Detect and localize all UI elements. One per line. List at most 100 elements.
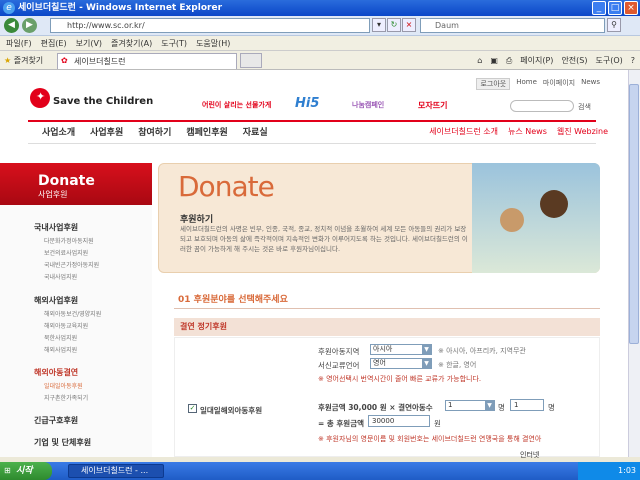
unit-input[interactable]: 1 <box>510 399 544 411</box>
logo-figure-icon: ✦ <box>36 90 46 103</box>
region-select[interactable]: 아시아 ▼ <box>370 344 432 355</box>
browser-tab[interactable]: 세이브더칠드런 <box>57 53 237 69</box>
menu-help[interactable]: 도움말(H) <box>196 36 230 50</box>
address-input[interactable]: http://www.sc.or.kr/ <box>50 18 370 33</box>
mypage-link[interactable]: 마이페이지 <box>543 78 575 90</box>
logout-link[interactable]: 로그아웃 <box>476 78 511 90</box>
site-search-input[interactable] <box>510 100 574 112</box>
sidebar-title: Donate <box>38 173 95 189</box>
star-icon: ★ <box>4 56 12 65</box>
help-icon[interactable]: ? <box>631 51 635 70</box>
bottom-note: ※ 후원자님의 영문이름 및 회원번호는 세이브더칠드런 연맹국을 통해 결연아 <box>318 435 542 443</box>
back-button[interactable]: ◀ <box>4 18 19 33</box>
nav-news[interactable]: 뉴스 News <box>508 126 547 137</box>
step-heading: 01 후원분야를 선택해주세요 <box>178 295 288 305</box>
sidebar-subitem[interactable]: 국내사업지원 <box>44 272 77 281</box>
sidebar-item-domestic[interactable]: 국내사업후원 <box>34 222 78 233</box>
unit-name: 명 <box>498 403 505 412</box>
minimize-button[interactable]: _ <box>592 1 606 15</box>
sidebar-subitem-active[interactable]: 일대일아동후원 <box>44 381 83 390</box>
nav-intro[interactable]: 세이브더칠드런 소개 <box>429 126 498 137</box>
banner-title: Donate <box>178 170 275 203</box>
unit-name: 명 <box>548 403 555 412</box>
sidebar-subitem[interactable]: 북한사업지원 <box>44 333 77 342</box>
menu-view[interactable]: 보기(V) <box>76 36 102 50</box>
favorites-button[interactable]: 즐겨찾기 <box>14 56 43 65</box>
news-link[interactable]: News <box>581 78 600 90</box>
nav-donate[interactable]: 사업후원 <box>90 122 123 143</box>
english-note: ※ 영어선택시 번역시간이 줄어 빠른 교류가 가능합니다. <box>318 375 482 383</box>
sidebar-item-emergency[interactable]: 긴급구호후원 <box>34 415 78 426</box>
region-note: ※ 아시아, 아프리카, 지역무관 <box>438 347 526 355</box>
refresh-icon[interactable]: ↻ <box>387 18 401 32</box>
internet-zone-status: 인터넷 <box>520 451 540 459</box>
search-input[interactable]: Daum <box>420 18 605 33</box>
sidebar-subitem[interactable]: 보건의료사업지원 <box>44 248 88 257</box>
nav-webzine[interactable]: 웹진 Webzine <box>557 126 608 137</box>
promo-knitting[interactable]: 모자뜨기 <box>418 100 447 111</box>
stop-icon[interactable]: × <box>402 18 416 32</box>
chevron-down-icon: ▼ <box>422 359 431 368</box>
sponsorship-option-label[interactable]: 일대일해외아동후원 <box>200 405 262 416</box>
taskbar-item[interactable]: 세이브더칠드런 - ... <box>68 464 164 478</box>
banner-photo <box>472 163 600 273</box>
menu-file[interactable]: 파일(F) <box>6 36 32 50</box>
promo-gift-shop[interactable]: 어린이 살리는 선물가게 <box>202 100 271 110</box>
nav-resources[interactable]: 자료실 <box>243 122 268 143</box>
promo-campaign[interactable]: 나눔캠페인 <box>352 100 384 110</box>
site-logo[interactable]: Save the Children <box>53 96 153 107</box>
promo-hi5[interactable]: Hi5 <box>295 96 319 111</box>
sidebar-subitem[interactable]: 국내빈곤가정아동지원 <box>44 260 99 269</box>
menu-edit[interactable]: 편집(E) <box>41 36 67 50</box>
total-input[interactable]: 30000 <box>368 415 430 427</box>
sidebar-item-sponsorship[interactable]: 해외아동결연 <box>34 367 78 378</box>
home-link[interactable]: Home <box>516 78 537 90</box>
menu-tools[interactable]: 도구(T) <box>161 36 187 50</box>
language-label: 서신교류언어 <box>318 361 360 370</box>
menu-favorites[interactable]: 즐겨찾기(A) <box>111 36 152 50</box>
nav-about[interactable]: 사업소개 <box>42 122 75 143</box>
language-select[interactable]: 영어 ▼ <box>370 358 432 369</box>
language-note: ※ 한글, 영어 <box>438 361 477 369</box>
child-count-select[interactable]: 1 ▼ <box>445 400 495 411</box>
sponsorship-checkbox[interactable]: ✓ <box>188 404 197 413</box>
menu-bar: 파일(F) 편집(E) 보기(V) 즐겨찾기(A) 도구(T) 도움말(H) <box>0 36 640 51</box>
feeds-icon[interactable]: ▣ <box>490 51 498 70</box>
sidebar-subitem[interactable]: 다문화가정아동지원 <box>44 236 94 245</box>
won-label: 원 <box>434 419 441 428</box>
child-photo-icon <box>500 208 524 232</box>
banner-description: 세이브더칠드런의 사명은 빈부, 인종, 국적, 종교, 정치적 이념을 초월하… <box>180 225 468 253</box>
search-icon[interactable]: ⚲ <box>607 18 621 32</box>
tools-menu[interactable]: 도구(O) <box>595 51 622 70</box>
command-bar: ⌂ ▣ ⎙ 페이지(P) 안전(S) 도구(O) ? <box>477 51 635 70</box>
window-controls: _ □ × <box>592 1 638 15</box>
forward-button[interactable]: ▶ <box>22 18 37 33</box>
new-tab-button[interactable] <box>240 53 262 68</box>
sub-nav: 세이브더칠드런 소개 뉴스 News 웹진 Webzine <box>429 126 608 137</box>
sidebar-item-corporate[interactable]: 기업 및 단체후원 <box>34 437 91 448</box>
sidebar-subitem[interactable]: 해외사업지원 <box>44 345 77 354</box>
windows-logo-icon: ⊞ <box>4 466 11 475</box>
nav-participate[interactable]: 참여하기 <box>138 122 171 143</box>
scrollbar-thumb[interactable] <box>629 84 639 344</box>
safety-menu[interactable]: 안전(S) <box>561 51 587 70</box>
site-search-button[interactable]: 검색 <box>578 102 591 112</box>
sidebar-header: Donate 사업후원 <box>0 163 152 205</box>
sidebar-subtitle: 사업후원 <box>38 190 68 199</box>
nav-campaign[interactable]: 캠페인후원 <box>186 122 227 143</box>
region-label: 후원아동지역 <box>318 347 360 356</box>
page-menu[interactable]: 페이지(P) <box>520 51 553 70</box>
child-count-value: 1 <box>448 401 453 409</box>
close-button[interactable]: × <box>624 1 638 15</box>
address-dropdown-icon[interactable]: ▾ <box>372 18 386 32</box>
sidebar-subitem[interactable]: 해외아동보건/영양지원 <box>44 309 101 318</box>
home-icon[interactable]: ⌂ <box>477 51 482 70</box>
sidebar-subitem[interactable]: 지구촌한가족되기 <box>44 393 88 402</box>
print-icon[interactable]: ⎙ <box>506 51 512 70</box>
sidebar-subitem[interactable]: 해외아동교육지원 <box>44 321 88 330</box>
child-photo-icon <box>540 190 568 218</box>
chevron-down-icon: ▼ <box>485 401 494 410</box>
chevron-down-icon: ▼ <box>422 345 431 354</box>
sidebar-item-overseas[interactable]: 해외사업후원 <box>34 295 78 306</box>
maximize-button[interactable]: □ <box>608 1 622 15</box>
